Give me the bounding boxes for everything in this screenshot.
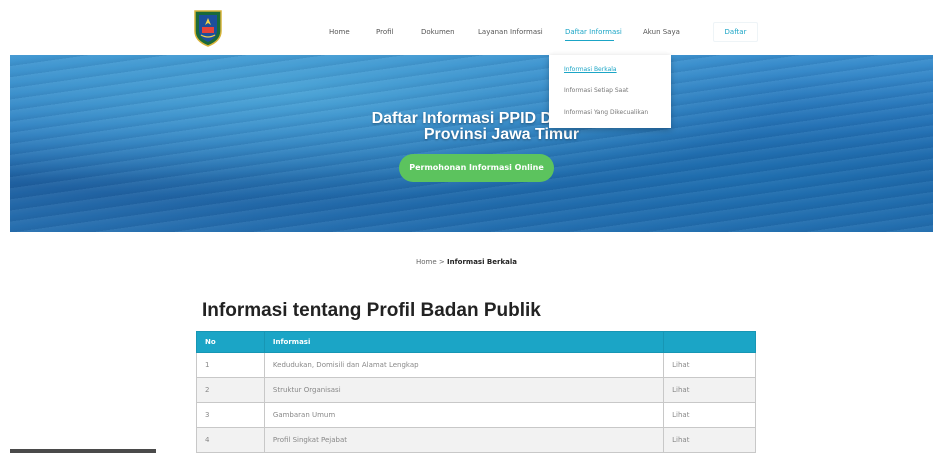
- table-header-row: No Informasi: [196, 331, 756, 353]
- nav-profil[interactable]: Profil: [376, 28, 393, 36]
- breadcrumb-current: Informasi Berkala: [447, 258, 517, 266]
- table-row: 3 Gambaran Umum Lihat: [196, 402, 756, 428]
- view-link[interactable]: Lihat: [663, 402, 756, 428]
- row-info: Struktur Organisasi: [263, 377, 665, 403]
- breadcrumb-home[interactable]: Home: [416, 258, 437, 266]
- table-row: 1 Kedudukan, Domisili dan Alamat Lengkap…: [196, 352, 756, 378]
- breadcrumb-separator: >: [436, 258, 448, 266]
- province-crest-logo-icon[interactable]: [193, 9, 223, 47]
- column-header-no: No: [196, 331, 265, 353]
- view-link[interactable]: Lihat: [663, 352, 756, 378]
- register-button[interactable]: Daftar: [713, 22, 758, 42]
- dropdown-item-informasi-dikecualikan[interactable]: Informasi Yang Dikecualikan: [564, 109, 648, 116]
- page-title: Informasi tentang Profil Badan Publik: [202, 300, 541, 321]
- table-row: 2 Struktur Organisasi Lihat: [196, 377, 756, 403]
- row-info: Gambaran Umum: [263, 402, 665, 428]
- dropdown-item-informasi-berkala[interactable]: Informasi Berkala: [564, 66, 617, 73]
- nav-daftar-informasi[interactable]: Daftar Informasi: [565, 28, 622, 36]
- hero-title-line2: Provinsi Jawa Timur: [423, 126, 580, 143]
- daftar-informasi-dropdown: Informasi Berkala Informasi Setiap Saat …: [549, 55, 671, 128]
- online-request-button[interactable]: Permohonan Informasi Online: [399, 154, 554, 182]
- browser-status-strip: [10, 449, 156, 453]
- nav-layanan-informasi[interactable]: Layanan Informasi: [478, 28, 543, 36]
- nav-dokumen[interactable]: Dokumen: [421, 28, 455, 36]
- table-row: 4 Profil Singkat Pejabat Lihat: [196, 427, 756, 453]
- view-link[interactable]: Lihat: [663, 377, 756, 403]
- information-table: No Informasi 1 Kedudukan, Domisili dan A…: [196, 331, 756, 453]
- row-number: 1: [196, 352, 265, 378]
- row-number: 4: [196, 427, 265, 453]
- row-info: Kedudukan, Domisili dan Alamat Lengkap: [263, 352, 665, 378]
- top-navbar: Home Profil Dokumen Layanan Informasi Da…: [0, 0, 933, 55]
- nav-active-underline: [565, 40, 614, 41]
- row-info: Profil Singkat Pejabat: [263, 427, 665, 453]
- row-number: 2: [196, 377, 265, 403]
- nav-akun-saya[interactable]: Akun Saya: [643, 28, 680, 36]
- column-header-action: [663, 331, 756, 353]
- breadcrumb: Home > Informasi Berkala: [0, 258, 933, 266]
- row-number: 3: [196, 402, 265, 428]
- view-link[interactable]: Lihat: [663, 427, 756, 453]
- dropdown-item-informasi-setiap-saat[interactable]: Informasi Setiap Saat: [564, 87, 628, 94]
- hero-banner: Daftar Informasi PPID Dinas Kepemud Prov…: [10, 55, 933, 232]
- nav-home[interactable]: Home: [329, 28, 350, 36]
- column-header-informasi: Informasi: [263, 331, 665, 353]
